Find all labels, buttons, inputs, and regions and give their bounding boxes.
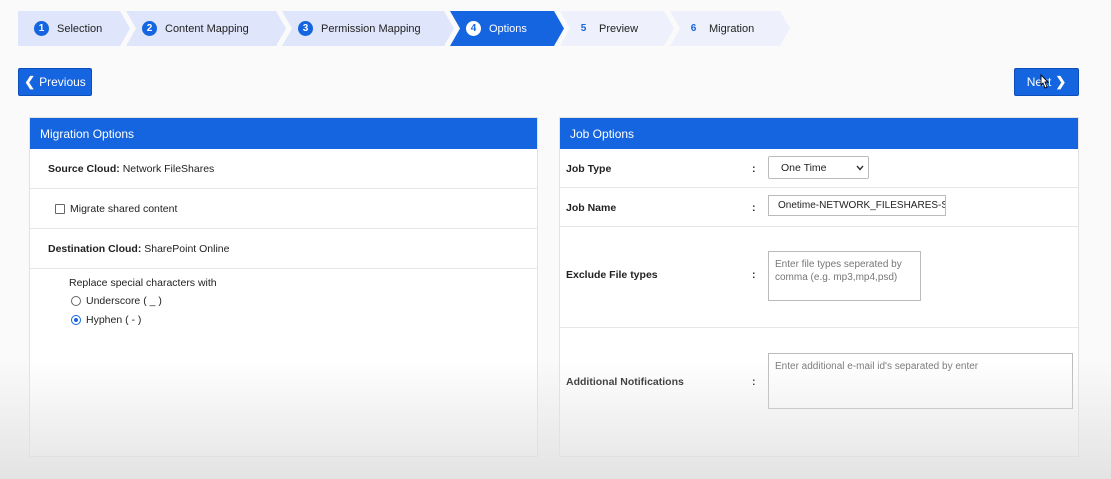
destination-cloud-value: SharePoint Online bbox=[144, 242, 230, 255]
step-label: Content Mapping bbox=[165, 22, 249, 35]
step-options[interactable]: 4 Options bbox=[450, 11, 564, 46]
job-name-input[interactable]: Onetime-NETWORK_FILESHARES-SI bbox=[768, 195, 946, 216]
exclude-file-types-input[interactable]: Enter file types seperated by comma (e.g… bbox=[768, 251, 921, 301]
job-name-label: Job Name bbox=[566, 202, 617, 214]
job-options-title: Job Options bbox=[560, 118, 1078, 149]
source-cloud-label: Source Cloud: bbox=[48, 162, 120, 175]
migration-options-title: Migration Options bbox=[30, 118, 537, 149]
job-options-panel: Job Options Job Type : One Time Job Name… bbox=[559, 117, 1079, 457]
exclude-file-types-row: Exclude File types : Enter file types se… bbox=[560, 227, 1078, 328]
job-name-row: Job Name : Onetime-NETWORK_FILESHARES-SI bbox=[560, 188, 1078, 227]
step-number: 2 bbox=[142, 21, 157, 36]
step-migration[interactable]: 6 Migration bbox=[670, 11, 790, 46]
source-cloud-row: Source Cloud: Network FileShares bbox=[30, 149, 537, 189]
job-type-row: Job Type : One Time bbox=[560, 149, 1078, 188]
destination-cloud-label: Destination Cloud: bbox=[48, 242, 142, 255]
mouse-cursor-icon bbox=[1040, 74, 1050, 89]
underscore-option[interactable]: Underscore ( _ ) bbox=[71, 295, 537, 307]
step-preview[interactable]: 5 Preview bbox=[560, 11, 674, 46]
migrate-shared-row: Migrate shared content bbox=[30, 189, 537, 229]
replace-characters-label: Replace special characters with bbox=[69, 277, 217, 289]
chevron-right-icon: ❯ bbox=[1055, 74, 1067, 89]
previous-button-label: Previous bbox=[39, 75, 86, 89]
step-selection[interactable]: 1 Selection bbox=[18, 11, 130, 46]
hyphen-label: Hyphen ( - ) bbox=[86, 314, 142, 326]
migration-options-panel: Migration Options Source Cloud: Network … bbox=[29, 117, 538, 457]
job-type-value: One Time bbox=[781, 161, 827, 174]
step-number: 1 bbox=[34, 21, 49, 36]
previous-button[interactable]: ❮ Previous bbox=[18, 68, 92, 96]
colon: : bbox=[752, 376, 756, 388]
step-label: Options bbox=[489, 22, 527, 35]
step-number: 6 bbox=[690, 23, 697, 34]
chevron-left-icon: ❮ bbox=[24, 74, 36, 89]
step-label: Migration bbox=[709, 22, 755, 35]
migrate-shared-checkbox[interactable] bbox=[55, 203, 65, 214]
additional-notifications-label: Additional Notifications bbox=[566, 376, 684, 388]
step-content-mapping[interactable]: 2 Content Mapping bbox=[126, 11, 286, 46]
additional-notifications-input[interactable]: Enter additional e-mail id's separated b… bbox=[768, 353, 1073, 409]
destination-cloud-row: Destination Cloud: SharePoint Online bbox=[30, 229, 537, 269]
step-number: 3 bbox=[298, 21, 313, 36]
migrate-shared-label: Migrate shared content bbox=[70, 202, 178, 215]
colon: : bbox=[752, 269, 756, 281]
step-number: 5 bbox=[580, 23, 587, 34]
step-label: Selection bbox=[57, 22, 103, 35]
wizard-stepper: 1 Selection 2 Content Mapping 3 Permissi… bbox=[18, 11, 786, 46]
source-cloud-value: Network FileShares bbox=[122, 162, 215, 175]
underscore-label: Underscore ( _ ) bbox=[86, 295, 162, 307]
colon: : bbox=[752, 163, 756, 175]
job-type-select[interactable]: One Time bbox=[768, 156, 869, 179]
hyphen-radio[interactable] bbox=[71, 315, 81, 325]
chevron-down-icon bbox=[856, 165, 864, 171]
job-type-label: Job Type bbox=[566, 163, 612, 175]
step-permission-mapping[interactable]: 3 Permission Mapping bbox=[282, 11, 454, 46]
underscore-radio[interactable] bbox=[71, 296, 81, 306]
replace-characters-group: Replace special characters with Undersco… bbox=[30, 269, 537, 326]
step-label: Permission Mapping bbox=[321, 22, 421, 35]
hyphen-option[interactable]: Hyphen ( - ) bbox=[71, 314, 537, 326]
colon: : bbox=[752, 202, 756, 214]
exclude-file-types-label: Exclude File types bbox=[566, 269, 658, 281]
step-label: Preview bbox=[599, 22, 639, 35]
migrate-shared-option[interactable]: Migrate shared content bbox=[55, 203, 177, 215]
step-number: 4 bbox=[466, 21, 481, 36]
additional-notifications-row: Additional Notifications : Enter additio… bbox=[560, 328, 1078, 456]
